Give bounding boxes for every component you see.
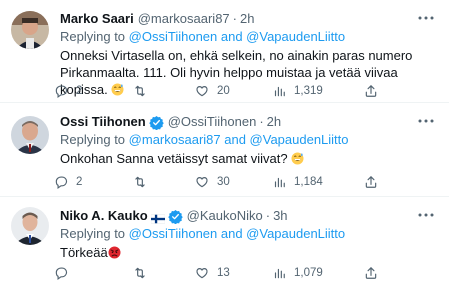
tweet-header: Niko A. Kauko @KaukoNiko · 3h [60,207,288,225]
views-icon [272,175,286,189]
reply-button[interactable]: 2 [54,172,82,192]
timestamp[interactable]: 3h [273,207,287,225]
views-count: 1,184 [294,176,323,188]
reply-button[interactable] [54,263,76,283]
like-count: 20 [217,85,230,97]
tweet-text: Onkohan Sanna vetäissyt samat viivat? [60,150,416,167]
tweet[interactable]: Ossi Tiihonen @OssiTiihonen · 2h Replyin… [0,103,449,197]
author-name[interactable]: Marko Saari [60,10,134,28]
retweet-icon [133,266,147,280]
replying-to-label: Replying to [60,29,126,44]
like-button[interactable]: 20 [195,81,230,101]
share-button[interactable] [364,263,378,283]
replying-to: Replying to @OssiTiihonen and @VapaudenL… [60,29,345,45]
reply-icon [54,84,68,98]
replying-to-label: Replying to [60,132,126,147]
more-icon[interactable] [417,11,435,25]
separator-dot: · [265,208,271,223]
separator-dot: · [232,11,237,26]
views-button[interactable]: 1,184 [272,172,323,192]
timestamp[interactable]: 2h [267,113,281,131]
reply-count: 2 [76,176,83,188]
reply-icon [54,266,68,280]
retweet-icon [133,84,147,98]
like-icon [195,266,209,280]
reply-mentions-link[interactable]: @OssiTiihonen and @VapaudenLiitto [129,226,345,241]
tweet-body: Törkeää [60,245,108,260]
reply-count: 2 [76,85,83,97]
tweet-text: Onneksi Virtasella on, ehkä selkein, no … [60,47,416,98]
retweet-button[interactable] [133,81,155,101]
author-name[interactable]: Ossi Tiihonen [60,113,146,131]
retweet-icon [133,175,147,189]
verified-badge-icon [148,115,164,130]
views-icon [272,266,286,280]
views-button[interactable]: 1,319 [272,81,323,101]
avatar[interactable] [11,207,49,245]
tweet-header: Marko Saari @markosaari87 · 2h [60,10,254,28]
views-button[interactable]: 1,079 [272,263,323,283]
retweet-button[interactable] [133,172,155,192]
tweet[interactable]: Marko Saari @markosaari87 · 2h Replying … [0,0,449,103]
verified-badge-icon [167,209,183,224]
replying-to: Replying to @OssiTiihonen and @VapaudenL… [60,226,345,242]
separator-dot: · [259,114,264,129]
avatar[interactable] [11,116,49,154]
reply-mentions-link[interactable]: @markosaari87 and @VapaudenLiitto [129,132,349,147]
reply-button[interactable]: 2 [54,81,82,101]
reply-mentions-link[interactable]: @OssiTiihonen and @VapaudenLiitto [129,29,345,44]
share-icon [364,175,378,189]
views-count: 1,319 [294,85,323,97]
finnish-flag-icon [150,211,165,224]
replying-to: Replying to @markosaari87 and @VapaudenL… [60,132,349,148]
views-icon [272,84,286,98]
share-button[interactable] [364,81,378,101]
author-handle[interactable]: @KaukoNiko [187,207,263,225]
replying-to-label: Replying to [60,226,126,241]
like-count: 30 [217,176,230,188]
timestamp[interactable]: 2h [240,10,254,28]
like-button[interactable]: 30 [195,172,230,192]
share-icon [364,266,378,280]
avatar[interactable] [11,11,49,49]
more-icon[interactable] [417,114,435,128]
tweet-header: Ossi Tiihonen @OssiTiihonen · 2h [60,113,281,131]
like-icon [195,84,209,98]
like-icon [195,175,209,189]
like-button[interactable]: 13 [195,263,230,283]
author-name[interactable]: Niko A. Kauko [60,207,148,225]
retweet-button[interactable] [133,263,155,283]
share-icon [364,84,378,98]
author-handle[interactable]: @OssiTiihonen [168,113,257,131]
share-button[interactable] [364,172,378,192]
more-icon[interactable] [417,208,435,222]
author-handle[interactable]: @markosaari87 [138,10,230,28]
tweet-body: Onkohan Sanna vetäissyt samat viivat? [60,151,288,166]
grinning-sweat-emoji [111,83,124,96]
views-count: 1,079 [294,267,323,279]
tweet[interactable]: Niko A. Kauko @KaukoNiko · 3h Replying t… [0,197,449,291]
tweet-text: Törkeää [60,244,416,261]
reply-icon [54,175,68,189]
like-count: 13 [217,267,230,279]
grinning-sweat-emoji [291,152,304,165]
angry-face-emoji [108,246,121,259]
